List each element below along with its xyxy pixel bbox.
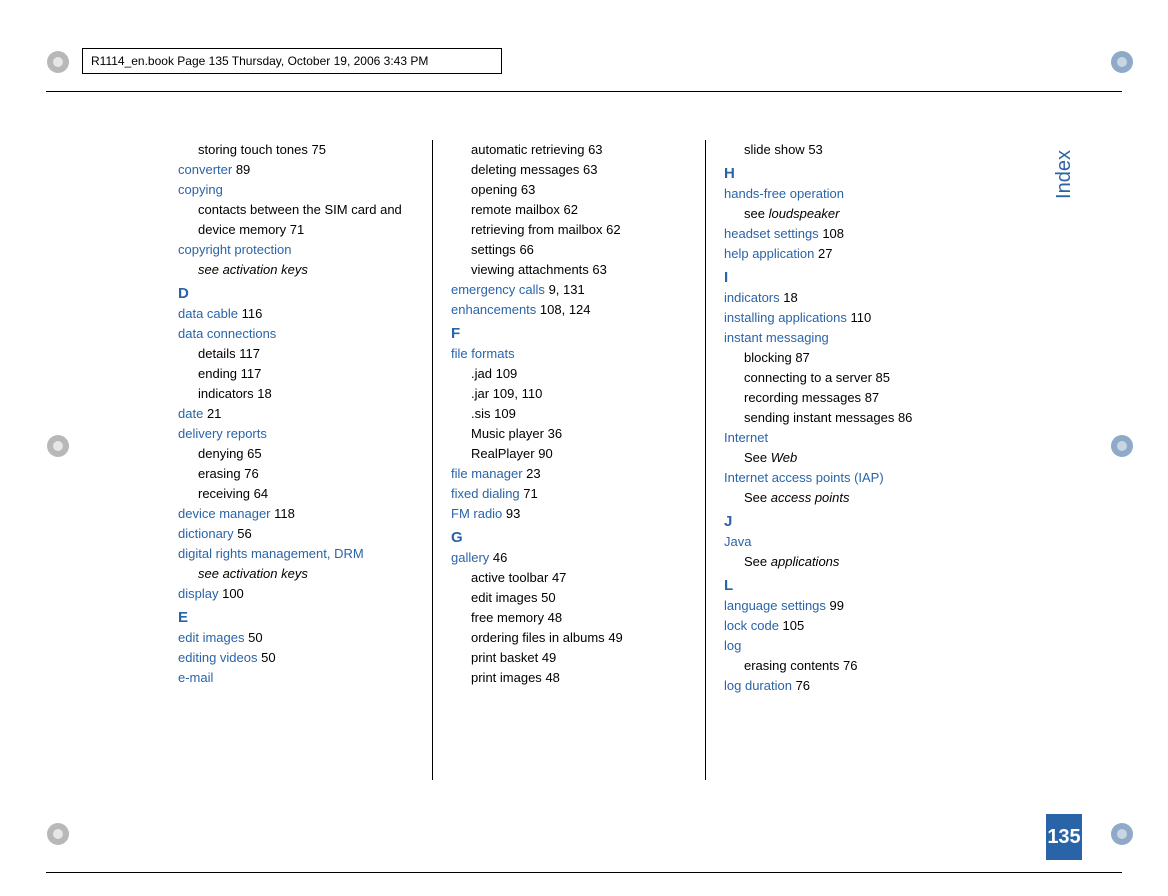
index-entry: Music player 36	[451, 424, 687, 444]
crop-corner-icon	[1110, 50, 1134, 74]
index-entry: enhancements 108, 124	[451, 300, 687, 320]
crop-corner-icon	[1110, 822, 1134, 846]
index-entry: .sis 109	[451, 404, 687, 424]
index-entry: .jad 109	[451, 364, 687, 384]
index-entry: fixed dialing 71	[451, 484, 687, 504]
index-entry: lock code 105	[724, 616, 960, 636]
index-entry: denying 65	[178, 444, 414, 464]
side-tab-label: Index	[1053, 150, 1076, 199]
index-entry: retrieving from mailbox 62	[451, 220, 687, 240]
index-entry: digital rights management, DRM	[178, 544, 414, 564]
index-see-entry: See Web	[724, 448, 960, 468]
index-entry: edit images 50	[451, 588, 687, 608]
index-see-entry: See applications	[724, 552, 960, 572]
crop-marks-text: R1114_en.book Page 135 Thursday, October…	[83, 49, 501, 73]
index-entry: emergency calls 9, 131	[451, 280, 687, 300]
index-letter-d: D	[178, 284, 414, 304]
index-entry: blocking 87	[724, 348, 960, 368]
index-entry: device manager 118	[178, 504, 414, 524]
index-see-entry: See access points	[724, 488, 960, 508]
index-entry: erasing contents 76	[724, 656, 960, 676]
index-entry: log duration 76	[724, 676, 960, 696]
index-letter-f: F	[451, 324, 687, 344]
index-letter-j: J	[724, 512, 960, 532]
crop-side-icon	[46, 434, 70, 458]
index-entry: recording messages 87	[724, 388, 960, 408]
crop-corner-icon	[46, 50, 70, 74]
index-col-2: automatic retrieving 63 deleting message…	[432, 140, 705, 780]
index-entry: slide show 53	[724, 140, 960, 160]
index-entry: language settings 99	[724, 596, 960, 616]
index-see-entry: see activation keys	[178, 260, 414, 280]
index-entry: headset settings 108	[724, 224, 960, 244]
index-letter-i: I	[724, 268, 960, 288]
index-letter-e: E	[178, 608, 414, 628]
index-entry: automatic retrieving 63	[451, 140, 687, 160]
index-entry: file manager 23	[451, 464, 687, 484]
index-see-entry: see activation keys	[178, 564, 414, 584]
index-entry: installing applications 110	[724, 308, 960, 328]
crop-line-bottom	[46, 872, 1122, 873]
index-entry: settings 66	[451, 240, 687, 260]
index-entry: FM radio 93	[451, 504, 687, 524]
index-letter-g: G	[451, 528, 687, 548]
index-entry: file formats	[451, 344, 687, 364]
index-entry: sending instant messages 86	[724, 408, 960, 428]
index-entry: print basket 49	[451, 648, 687, 668]
index-entry: dictionary 56	[178, 524, 414, 544]
index-entry: Internet access points (IAP)	[724, 468, 960, 488]
index-col-1: storing touch tones 75 converter 89 copy…	[160, 140, 432, 780]
index-entry: .jar 109, 110	[451, 384, 687, 404]
index-entry: ordering files in albums 49	[451, 628, 687, 648]
index-entry: receiving 64	[178, 484, 414, 504]
index-entry: copying	[178, 180, 414, 200]
index-see-entry: see loudspeaker	[724, 204, 960, 224]
page-number: 135	[1046, 814, 1082, 860]
index-entry: deleting messages 63	[451, 160, 687, 180]
index-entry: Internet	[724, 428, 960, 448]
index-entry: copyright protection	[178, 240, 414, 260]
index-entry: edit images 50	[178, 628, 414, 648]
index-entry: remote mailbox 62	[451, 200, 687, 220]
index-entry: Java	[724, 532, 960, 552]
crop-line-top	[46, 91, 1122, 92]
index-entry: active toolbar 47	[451, 568, 687, 588]
index-entry: e-mail	[178, 668, 414, 688]
index-entry: date 21	[178, 404, 414, 424]
index-entry: indicators 18	[724, 288, 960, 308]
index-entry: RealPlayer 90	[451, 444, 687, 464]
index-entry: viewing attachments 63	[451, 260, 687, 280]
index-entry: converter 89	[178, 160, 414, 180]
index-entry: opening 63	[451, 180, 687, 200]
index-entry: help application 27	[724, 244, 960, 264]
index-entry: data connections	[178, 324, 414, 344]
index-entry: editing videos 50	[178, 648, 414, 668]
index-entry: erasing 76	[178, 464, 414, 484]
index-entry: display 100	[178, 584, 414, 604]
index-entry: log	[724, 636, 960, 656]
print-crop-box: R1114_en.book Page 135 Thursday, October…	[82, 48, 502, 74]
crop-side-icon	[1110, 434, 1134, 458]
index-entry: indicators 18	[178, 384, 414, 404]
index-entry: details 117	[178, 344, 414, 364]
index-entry: data cable 116	[178, 304, 414, 324]
crop-corner-icon	[46, 822, 70, 846]
index-letter-l: L	[724, 576, 960, 596]
index-col-3: slide show 53 H hands-free operation see…	[705, 140, 978, 780]
index-entry: instant messaging	[724, 328, 960, 348]
side-tab: Index 135	[1046, 30, 1082, 860]
index-entry: storing touch tones 75	[178, 140, 414, 160]
index-entry: connecting to a server 85	[724, 368, 960, 388]
index-letter-h: H	[724, 164, 960, 184]
index-entry: ending 117	[178, 364, 414, 384]
index-columns: storing touch tones 75 converter 89 copy…	[160, 140, 978, 780]
index-entry: free memory 48	[451, 608, 687, 628]
index-entry: gallery 46	[451, 548, 687, 568]
index-entry: contacts between the SIM card and device…	[178, 200, 414, 240]
index-entry: delivery reports	[178, 424, 414, 444]
index-entry: print images 48	[451, 668, 687, 688]
index-entry: hands-free operation	[724, 184, 960, 204]
